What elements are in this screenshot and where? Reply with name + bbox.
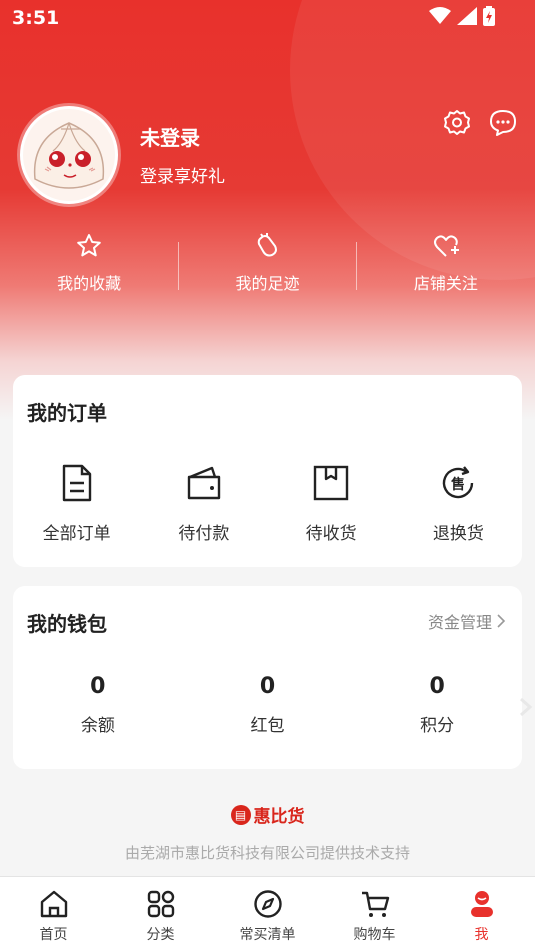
profile-screen: 3:51 未登录 登录享好礼 我的收藏 我的足迹 店铺关注 我的订单 全部订单 …: [0, 0, 535, 951]
quick-links: 我的收藏 我的足迹 店铺关注: [0, 232, 535, 298]
login-tip[interactable]: 登录享好礼: [140, 162, 225, 187]
brand-logo-icon: ▤: [230, 804, 251, 825]
brand-name: 惠比货: [253, 807, 305, 827]
header-background: [0, 0, 535, 420]
quick-link-label: 店铺关注: [413, 274, 478, 293]
order-label: 待付款: [178, 524, 230, 544]
order-status-row: 全部订单 待付款 待收货 售 退换货: [13, 463, 522, 544]
wallet-points[interactable]: 0 积分: [352, 674, 522, 736]
wallet-card: 我的钱包 资金管理 0 余额 0 红包 0 积分: [13, 586, 522, 769]
support-text: 由芜湖市惠比货科技有限公司提供技术支持: [124, 844, 410, 862]
tab-label: 首页: [39, 927, 68, 943]
signal-icon: [457, 7, 477, 25]
side-chevron-icon[interactable]: [519, 697, 533, 717]
orders-card: 我的订单 全部订单 待付款 待收货 售 退换货: [13, 375, 522, 567]
wallet-value: 0: [259, 674, 276, 699]
quick-link-favorites[interactable]: 我的收藏: [0, 232, 178, 298]
footprint-icon: [258, 233, 278, 257]
wallet-value: 0: [90, 674, 106, 699]
star-icon: [77, 234, 101, 257]
wallet-label: 余额: [80, 716, 115, 736]
quick-link-footprint[interactable]: 我的足迹: [178, 232, 356, 298]
orders-title: 我的订单: [27, 401, 107, 425]
tab-category[interactable]: 分类: [107, 877, 214, 951]
order-pending-payment[interactable]: 待付款: [140, 463, 267, 544]
quick-link-label: 我的收藏: [57, 274, 122, 293]
tab-label: 我: [474, 927, 489, 943]
wallet-row: 0 余额 0 红包 0 积分: [13, 674, 522, 736]
tab-label: 常买清单: [239, 927, 296, 943]
tab-me[interactable]: 我: [428, 877, 535, 951]
avatar[interactable]: [20, 106, 118, 204]
chat-bubble-icon: [490, 110, 516, 136]
box-icon: [313, 465, 349, 501]
brand-footer: ▤ 惠比货: [0, 802, 535, 827]
wallet-label: 红包: [250, 716, 285, 736]
avatar-mascot-icon: [23, 109, 115, 201]
order-label: 全部订单: [42, 524, 111, 544]
wallet-red-packet[interactable]: 0 红包: [183, 674, 353, 736]
quick-link-label: 我的足迹: [235, 274, 300, 293]
status-bar: 3:51: [0, 0, 535, 36]
chevron-right-icon: [497, 614, 506, 628]
tab-cart[interactable]: 购物车: [321, 877, 428, 951]
fund-management-link[interactable]: 资金管理: [428, 609, 506, 633]
wallet-value: 0: [429, 674, 445, 699]
profile-icon: [470, 891, 493, 917]
order-return-exchange[interactable]: 售 退换货: [395, 463, 522, 544]
settings-button[interactable]: [442, 108, 472, 138]
divider: [356, 242, 357, 290]
heart-plus-icon: [433, 235, 459, 257]
home-icon: [40, 890, 67, 918]
fund-management-label: 资金管理: [427, 613, 492, 632]
wifi-icon: [429, 7, 451, 24]
message-button[interactable]: [488, 108, 518, 138]
compass-icon: [253, 890, 282, 918]
battery-icon: [483, 6, 495, 26]
tab-label: 购物车: [353, 927, 396, 943]
return-icon: 售: [443, 466, 474, 499]
username[interactable]: 未登录: [140, 122, 200, 151]
status-icons: [429, 6, 495, 26]
tab-label: 分类: [146, 927, 175, 943]
category-grid-icon: [147, 890, 174, 918]
tab-home[interactable]: 首页: [0, 877, 107, 951]
svg-text:售: 售: [450, 476, 465, 493]
gear-icon: [444, 110, 470, 135]
bottom-tab-bar: 首页 分类 常买清单 购物车 我: [0, 876, 535, 951]
wallet-title: 我的钱包: [27, 612, 107, 636]
wallet-icon: [187, 466, 221, 500]
wallet-balance[interactable]: 0 余额: [13, 674, 183, 736]
cart-icon: [361, 891, 389, 917]
order-all[interactable]: 全部订单: [13, 463, 140, 544]
status-time: 3:51: [12, 7, 60, 29]
order-label: 待收货: [305, 524, 357, 544]
order-pending-receipt[interactable]: 待收货: [268, 463, 395, 544]
quick-link-followed-shops[interactable]: 店铺关注: [357, 232, 535, 298]
divider: [178, 242, 179, 290]
tab-frequent-list[interactable]: 常买清单: [214, 877, 321, 951]
order-label: 退换货: [432, 524, 484, 544]
document-icon: [62, 464, 91, 502]
wallet-label: 积分: [420, 716, 455, 736]
